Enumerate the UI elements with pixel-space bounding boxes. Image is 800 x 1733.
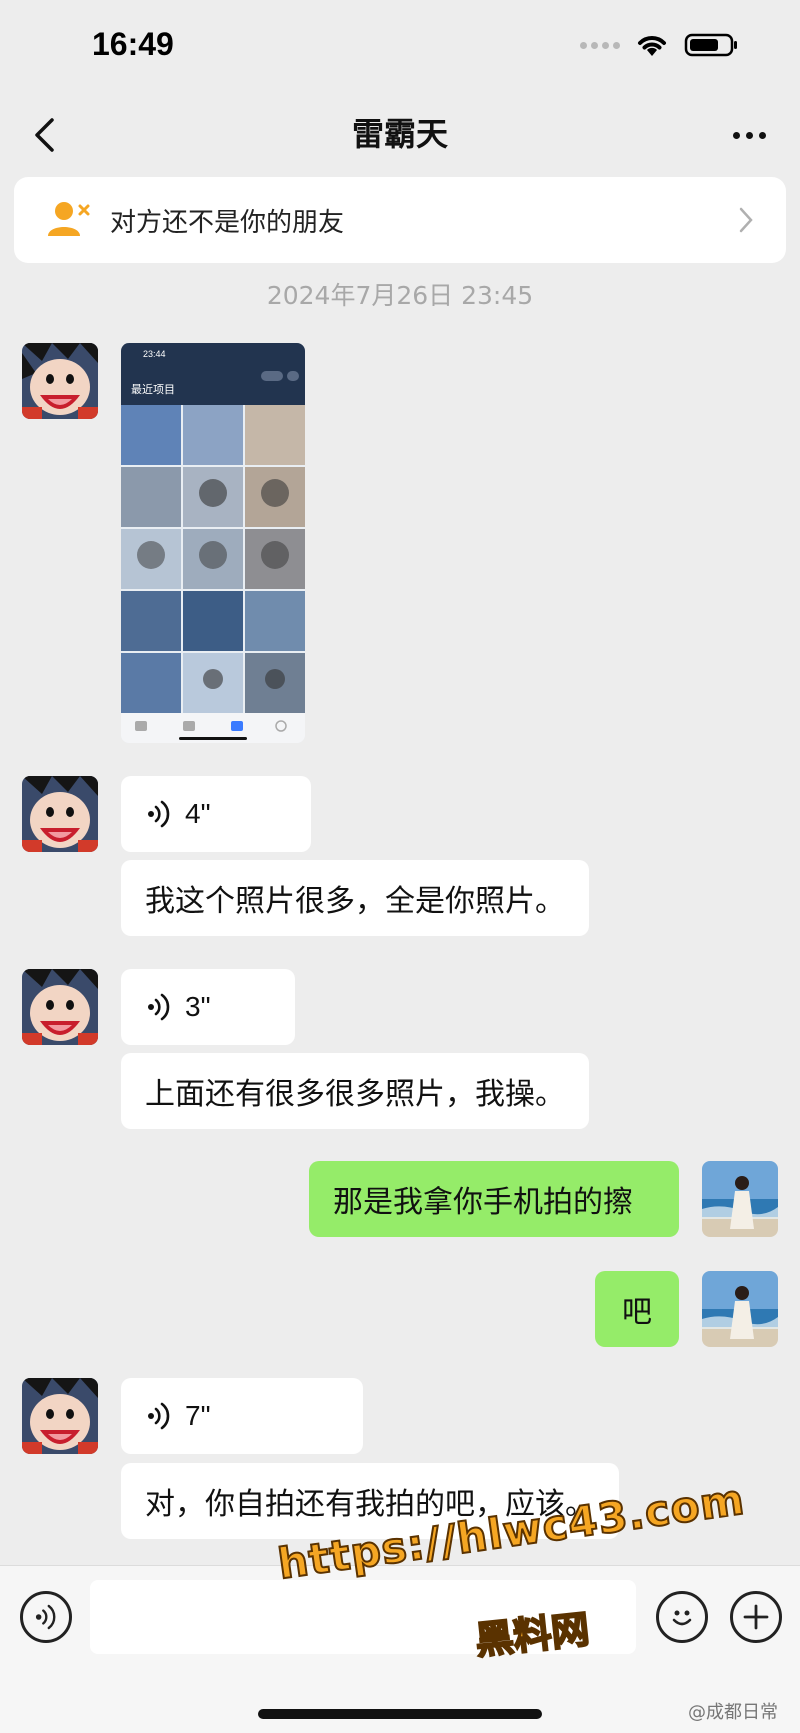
plus-icon bbox=[743, 1604, 769, 1630]
chat-title: 雷霸天 bbox=[351, 115, 448, 153]
cartoon-avatar-image bbox=[22, 776, 98, 852]
voice-message[interactable]: 3" bbox=[121, 969, 295, 1045]
more-actions-button[interactable] bbox=[730, 1591, 782, 1643]
my-avatar[interactable] bbox=[702, 1271, 778, 1347]
home-indicator[interactable] bbox=[258, 1709, 542, 1719]
voice-wave-icon bbox=[148, 1402, 170, 1430]
voice-input-button[interactable] bbox=[20, 1591, 72, 1643]
voice-wave-icon bbox=[35, 1604, 56, 1630]
not-friend-banner[interactable]: 对方还不是你的朋友 bbox=[14, 177, 786, 263]
wifi-icon bbox=[638, 36, 666, 56]
message-timestamp: 2024年7月26日 23:45 bbox=[266, 281, 534, 310]
beach-avatar-image bbox=[702, 1161, 778, 1237]
cartoon-avatar-image bbox=[22, 1378, 98, 1454]
thumb-time: 23:44 bbox=[143, 349, 166, 359]
input-bar bbox=[0, 1565, 800, 1733]
status-icons bbox=[580, 32, 740, 58]
contact-avatar[interactable] bbox=[22, 969, 98, 1045]
text-message[interactable]: 我这个照片很多，全是你照片。 bbox=[121, 860, 589, 936]
weibo-watermark: @成都日常 bbox=[688, 1702, 778, 1723]
voice-wave-icon bbox=[148, 800, 170, 828]
contact-avatar[interactable] bbox=[22, 1378, 98, 1454]
voice-duration: 3" bbox=[185, 991, 211, 1022]
contact-avatar[interactable] bbox=[22, 343, 98, 419]
not-friend-text: 对方还不是你的朋友 bbox=[110, 207, 345, 238]
smiley-icon bbox=[672, 1610, 692, 1626]
chat-header: 雷霸天 bbox=[0, 95, 800, 175]
sent-text-message[interactable]: 那是我拿你手机拍的擦 bbox=[309, 1161, 679, 1237]
status-bar: 16:49 bbox=[0, 0, 800, 95]
message-text: 我这个照片很多，全是你照片。 bbox=[145, 884, 565, 919]
message-text: 上面还有很多很多照片，我操。 bbox=[145, 1077, 565, 1112]
more-options-button[interactable] bbox=[724, 113, 774, 157]
my-avatar[interactable] bbox=[702, 1161, 778, 1237]
add-friend-icon bbox=[48, 202, 90, 236]
battery-icon bbox=[684, 33, 737, 57]
sent-text-message[interactable]: 吧 bbox=[595, 1271, 679, 1347]
photo-grid bbox=[121, 405, 305, 713]
voice-wave-icon bbox=[148, 993, 170, 1021]
voice-message[interactable]: 7" bbox=[121, 1378, 363, 1454]
emoji-button[interactable] bbox=[656, 1591, 708, 1643]
voice-duration: 4" bbox=[185, 798, 211, 829]
photo-album-screenshot: 23:44 最近项目 bbox=[121, 343, 305, 743]
text-message[interactable]: 上面还有很多很多照片，我操。 bbox=[121, 1053, 589, 1129]
contact-avatar[interactable] bbox=[22, 776, 98, 852]
signal-icon bbox=[580, 41, 620, 49]
chevron-right-icon bbox=[739, 207, 753, 233]
cartoon-avatar-image bbox=[22, 969, 98, 1045]
thumb-album-label: 最近项目 bbox=[131, 383, 175, 396]
cartoon-avatar-image bbox=[22, 343, 98, 419]
beach-avatar-image bbox=[702, 1271, 778, 1347]
status-time: 16:49 bbox=[92, 26, 174, 62]
voice-message[interactable]: 4" bbox=[121, 776, 311, 852]
voice-duration: 7" bbox=[185, 1400, 211, 1431]
message-text: 吧 bbox=[622, 1295, 652, 1330]
message-text: 那是我拿你手机拍的擦 bbox=[333, 1185, 633, 1220]
image-message[interactable]: 23:44 最近项目 bbox=[121, 343, 305, 743]
